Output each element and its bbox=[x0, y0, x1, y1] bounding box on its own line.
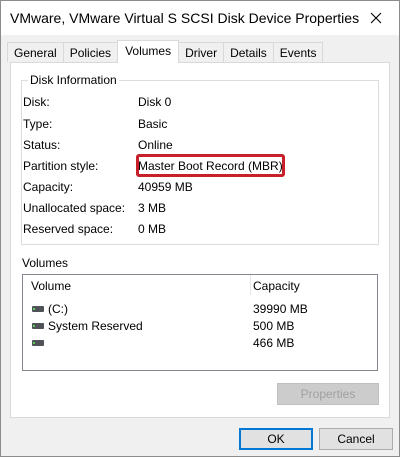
volume-row-c[interactable]: (C:) 39990 MB bbox=[23, 302, 377, 319]
close-button[interactable] bbox=[353, 1, 399, 35]
volume-name: System Reserved bbox=[48, 319, 143, 333]
tab-policies[interactable]: Policies bbox=[62, 42, 119, 62]
volume-name: (C:) bbox=[48, 302, 68, 316]
title-bar: VMware, VMware Virtual S SCSI Disk Devic… bbox=[1, 1, 399, 35]
tab-details[interactable]: Details bbox=[223, 42, 274, 62]
volume-row-unnamed[interactable]: 466 MB bbox=[23, 336, 377, 353]
tab-driver[interactable]: Driver bbox=[178, 42, 225, 62]
tab-events[interactable]: Events bbox=[272, 42, 324, 62]
volume-row-system-reserved[interactable]: System Reserved 500 MB bbox=[23, 319, 377, 336]
status-value: Online bbox=[138, 138, 173, 152]
unallocated-space-value: 3 MB bbox=[138, 201, 167, 215]
reserved-space-value: 0 MB bbox=[138, 222, 167, 236]
volumes-list-header: Volume Capacity bbox=[23, 275, 377, 295]
reserved-space-label: Reserved space: bbox=[23, 222, 114, 236]
volumes-list[interactable]: Volume Capacity (C:) 39990 MB System Res… bbox=[22, 274, 378, 371]
partition-style-highlight bbox=[136, 154, 285, 177]
volume-capacity: 466 MB bbox=[253, 336, 295, 350]
status-label: Status: bbox=[23, 138, 61, 152]
disk-information-label: Disk Information bbox=[28, 73, 119, 87]
window-title: VMware, VMware Virtual S SCSI Disk Devic… bbox=[10, 10, 360, 26]
type-value: Basic bbox=[138, 117, 168, 131]
tab-volumes[interactable]: Volumes bbox=[117, 40, 180, 63]
tab-general[interactable]: General bbox=[7, 42, 64, 62]
disk-value: Disk 0 bbox=[138, 95, 172, 109]
unallocated-space-label: Unallocated space: bbox=[23, 201, 126, 215]
volume-capacity: 39990 MB bbox=[253, 302, 308, 316]
column-divider[interactable] bbox=[250, 275, 251, 295]
drive-icon bbox=[32, 323, 44, 329]
disk-label: Disk: bbox=[23, 95, 50, 109]
volumes-label: Volumes bbox=[22, 256, 69, 270]
capacity-label: Capacity: bbox=[23, 180, 74, 194]
capacity-value: 40959 MB bbox=[138, 180, 193, 194]
drive-icon bbox=[32, 340, 44, 346]
volume-capacity: 500 MB bbox=[253, 319, 295, 333]
close-icon bbox=[370, 12, 382, 24]
partition-style-label: Partition style: bbox=[23, 159, 99, 173]
drive-icon bbox=[32, 306, 44, 312]
ok-button[interactable]: OK bbox=[239, 428, 313, 450]
properties-dialog: VMware, VMware Virtual S SCSI Disk Devic… bbox=[0, 0, 400, 457]
properties-button[interactable]: Properties bbox=[277, 383, 379, 405]
type-label: Type: bbox=[23, 117, 53, 131]
tab-strip: General Policies Volumes Driver Details … bbox=[7, 40, 324, 63]
volume-column-header[interactable]: Volume bbox=[31, 279, 71, 293]
capacity-column-header[interactable]: Capacity bbox=[253, 279, 300, 293]
cancel-button[interactable]: Cancel bbox=[319, 428, 393, 450]
